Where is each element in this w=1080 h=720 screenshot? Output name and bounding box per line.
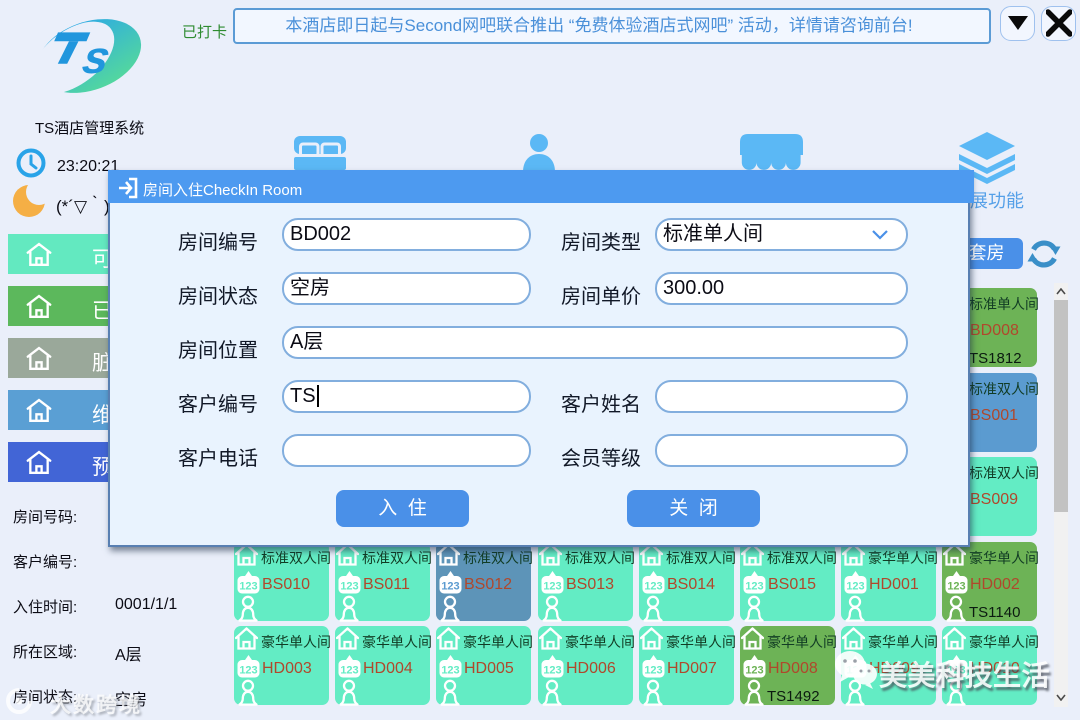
svg-text:123: 123	[745, 581, 763, 593]
svg-text:123: 123	[846, 581, 864, 593]
svg-text:123: 123	[543, 581, 561, 593]
svg-text:123: 123	[947, 581, 965, 593]
svg-text:123: 123	[441, 581, 459, 593]
svg-text:123: 123	[745, 665, 763, 677]
svg-text:123: 123	[340, 665, 358, 677]
svg-text:123: 123	[644, 665, 662, 677]
svg-text:123: 123	[239, 665, 257, 677]
svg-text:123: 123	[239, 581, 257, 593]
svg-text:123: 123	[543, 665, 561, 677]
svg-text:123: 123	[644, 581, 662, 593]
svg-text:123: 123	[441, 665, 459, 677]
svg-text:123: 123	[340, 581, 358, 593]
